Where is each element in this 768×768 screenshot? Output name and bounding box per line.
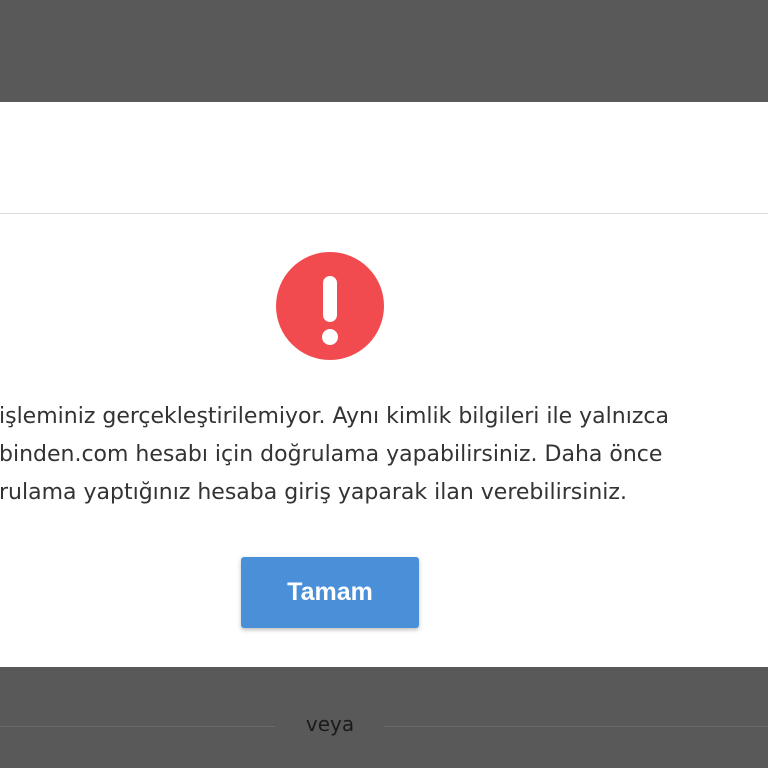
alert-exclamation-icon <box>276 252 384 360</box>
error-message: işleminiz gerçekleştirilemiyor. Aynı kim… <box>0 398 768 512</box>
exclamation-dot <box>322 329 338 345</box>
exclamation-bar <box>323 276 337 322</box>
error-message-line-2: binden.com hesabı için doğrulama yapabil… <box>0 442 663 467</box>
error-message-line-3: rulama yaptığınız hesaba giriş yaparak i… <box>0 480 627 505</box>
dialog-header <box>0 102 768 214</box>
modal-backdrop-top <box>0 0 768 102</box>
error-message-line-1: işleminiz gerçekleştirilemiyor. Aynı kim… <box>0 404 669 429</box>
error-dialog: işleminiz gerçekleştirilemiyor. Aynı kim… <box>0 102 768 667</box>
ok-button[interactable]: Tamam <box>241 557 419 628</box>
or-separator-label: veya <box>305 712 355 736</box>
divider-right <box>384 726 768 727</box>
